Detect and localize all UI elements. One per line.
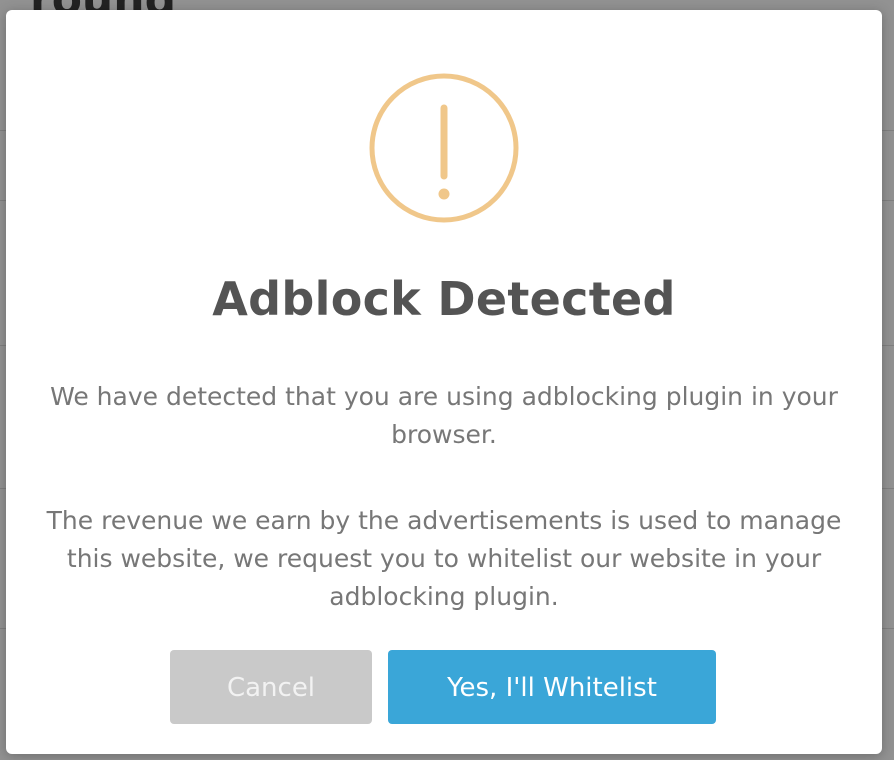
whitelist-confirm-button[interactable]: Yes, I'll Whitelist (388, 650, 716, 724)
exclamation-circle-icon (369, 73, 519, 223)
dialog-message-request: The revenue we earn by the advertisement… (46, 506, 842, 611)
adblock-dialog: Adblock Detected We have detected that y… (6, 10, 882, 754)
dialog-message-detected: We have detected that you are using adbl… (50, 382, 838, 449)
dialog-title: Adblock Detected (212, 272, 676, 326)
cancel-button[interactable]: Cancel (170, 650, 372, 724)
